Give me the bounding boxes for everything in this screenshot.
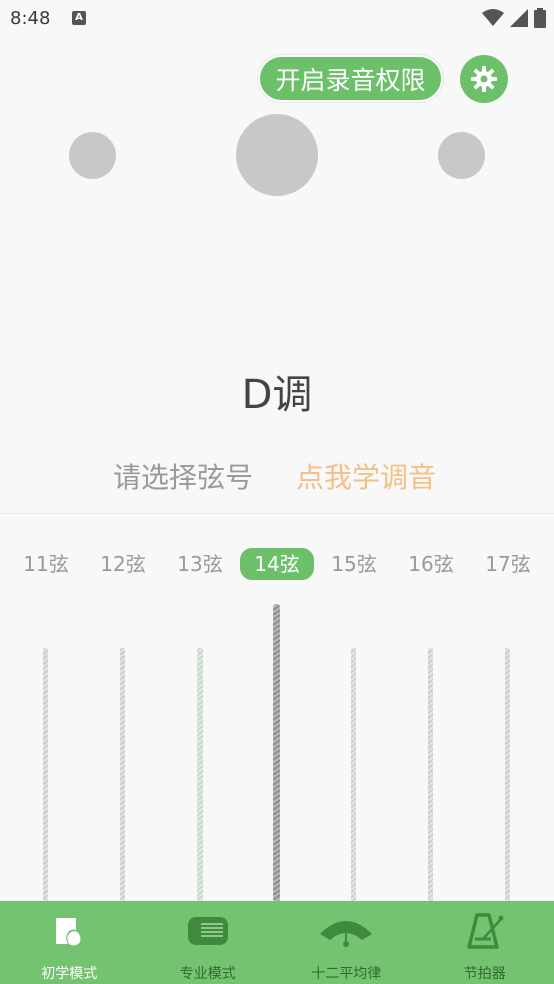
in-tune-indicator — [236, 114, 318, 196]
string-tab-17[interactable]: 17弦 — [471, 548, 545, 580]
bottom-tabbar: 初学模式 专业模式 十二平均律 节拍器 — [0, 901, 554, 984]
string-12 — [120, 648, 125, 902]
enable-recording-permission-button[interactable]: 开启录音权限 — [258, 55, 443, 102]
flat-indicator — [69, 132, 116, 179]
string-17 — [505, 648, 510, 902]
tab-equal-temperament[interactable]: 十二平均律 — [277, 901, 416, 984]
tab-equal-temperament-label: 十二平均律 — [311, 966, 382, 982]
battery-icon — [534, 8, 546, 28]
prompt-row: 请选择弦号 点我学调音 — [0, 456, 554, 496]
string-15 — [351, 648, 356, 902]
string-13 — [197, 648, 203, 902]
tab-beginner-mode[interactable]: 初学模式 — [0, 901, 139, 984]
string-tab-14[interactable]: 14弦 — [240, 548, 314, 580]
hand-pick-icon — [52, 913, 86, 949]
gear-icon — [471, 66, 497, 92]
notification-icon: A — [72, 11, 86, 25]
select-string-prompt: 请选择弦号 — [113, 461, 254, 494]
tab-pro-mode-label: 专业模式 — [179, 966, 236, 982]
sharp-indicator — [438, 132, 485, 179]
signal-icon — [510, 9, 528, 27]
tab-metronome-label: 节拍器 — [463, 966, 506, 982]
tab-pro-mode[interactable]: 专业模式 — [139, 901, 278, 984]
string-tab-11[interactable]: 11弦 — [9, 548, 83, 580]
string-tab-12[interactable]: 12弦 — [86, 548, 160, 580]
key-label: D调 — [241, 372, 313, 418]
status-icons — [482, 8, 546, 28]
strings-panel-icon — [187, 913, 229, 949]
tab-beginner-mode-label: 初学模式 — [41, 966, 98, 982]
string-16 — [428, 648, 433, 902]
strings-visual — [43, 604, 510, 902]
string-14 — [273, 604, 280, 902]
status-bar: 8:48 A — [0, 0, 554, 38]
string-tab-15[interactable]: 15弦 — [317, 548, 391, 580]
string-tab-16[interactable]: 16弦 — [394, 548, 468, 580]
tab-metronome[interactable]: 节拍器 — [416, 901, 554, 984]
string-11 — [43, 648, 48, 902]
string-tab-13[interactable]: 13弦 — [163, 548, 237, 580]
divider — [0, 513, 554, 514]
learn-tuning-link[interactable]: 点我学调音 — [296, 456, 436, 496]
metronome-icon — [465, 913, 505, 949]
settings-button[interactable] — [460, 55, 508, 103]
status-time: 8:48 — [10, 8, 51, 29]
gauge-icon — [318, 913, 374, 949]
wifi-icon — [482, 9, 504, 26]
